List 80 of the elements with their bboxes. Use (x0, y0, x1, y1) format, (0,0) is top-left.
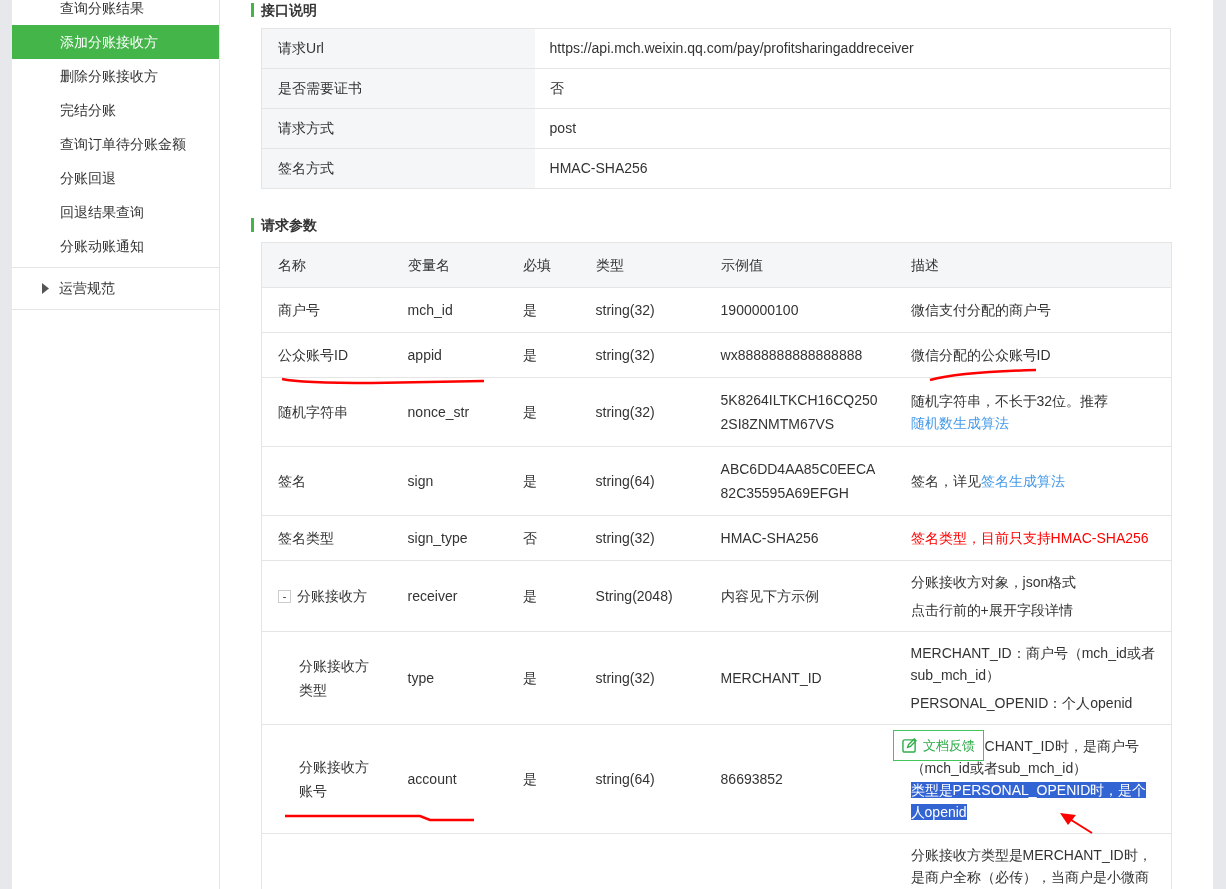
param-variable: nonce_str (407, 403, 470, 420)
example-value: wx8888888888888888 (720, 346, 864, 365)
param-variable: appid (407, 346, 442, 363)
param-name: 分账接收方 (297, 587, 368, 606)
info-value: https://api.mch.weixin.qq.com/pay/profitsharingaddreceiver (534, 28, 1171, 69)
example-value: HMAC-SHA256 (720, 529, 820, 548)
example-value: 5K8264ILTKCH16CQ2502SI8ZNMTM67VS (720, 391, 879, 434)
required-text: 是 (522, 403, 537, 420)
column-header: 示例值 (705, 242, 896, 288)
nav-item[interactable]: 查询订单待分账金额 (11, 127, 220, 161)
param-name: 公众账号ID (278, 346, 349, 365)
column-header: 名称 (261, 242, 393, 288)
example-value: ABC6DD4AA85C0EECA82C35595A69EFGH (720, 460, 877, 503)
nav-section[interactable]: 运营规范 (11, 268, 220, 309)
info-label: 签名方式 (261, 148, 535, 189)
description-text: 类型是PERSONAL_OPENID时，是个人openid (910, 781, 1148, 822)
required-text: 是 (522, 301, 537, 318)
description-text: （mch_id或者sub_mch_id） (910, 759, 1089, 778)
info-label: 请求方式 (261, 108, 535, 149)
param-type: string(64) (595, 770, 655, 787)
required-text: 是 (522, 346, 537, 363)
required-text: 是 (522, 669, 537, 686)
nav-item[interactable]: 回退结果查询 (11, 195, 220, 229)
param-type: string(32) (595, 529, 655, 546)
param-variable: sign (407, 472, 434, 489)
nav-item[interactable]: 删除分账接收方 (11, 59, 220, 93)
section-title: 接口说明 (261, 0, 318, 20)
param-type: string(32) (595, 301, 655, 318)
description-text: MERCHANT_ID：商户号（mch_id或者sub_mch_id） (910, 644, 1156, 685)
column-header: 描述 (895, 242, 1172, 288)
info-label: 请求Url (261, 28, 535, 69)
info-value: HMAC-SHA256 (534, 148, 1171, 189)
nav-item[interactable]: 查询分账结果 (11, 0, 220, 25)
description-text: 签名，详见签名生成算法 (910, 472, 1066, 491)
collapse-toggle[interactable]: - (278, 589, 292, 603)
description-text: 随机字符串，不长于32位。推荐 随机数生成算法 (910, 392, 1110, 433)
example-value: 内容见下方示例 (720, 587, 820, 606)
example-value: 86693852 (720, 770, 784, 789)
param-name: 签名 (278, 472, 307, 491)
column-header: 必填 (507, 242, 581, 288)
param-type: string(32) (595, 346, 655, 363)
param-type: string(32) (595, 669, 655, 686)
nav-item[interactable]: 分账动账通知 (11, 229, 220, 263)
required-text: 否 (522, 529, 537, 546)
description-text: CHANT_ID时，是商户号 (984, 737, 1140, 756)
info-value: 否 (534, 68, 1171, 109)
param-type: String(2048) (595, 587, 673, 604)
column-header: 变量名 (392, 242, 508, 288)
param-variable: receiver (407, 587, 458, 604)
param-name: 签名类型 (278, 529, 335, 548)
param-variable: type (407, 669, 435, 686)
description-text: 点击行前的+展开字段详情 (910, 601, 1074, 620)
description-text: 分账接收方对象，json格式 (910, 573, 1078, 592)
info-value: post (534, 108, 1171, 149)
example-value: MERCHANT_ID (720, 669, 823, 688)
description-text: PERSONAL_OPENID：个人openid (910, 694, 1134, 713)
nav-item[interactable]: 分账回退 (11, 161, 220, 195)
nav-item[interactable]: 完结分账 (11, 93, 220, 127)
param-variable: sign_type (407, 529, 468, 546)
param-name: 分账接收方账号 (299, 758, 371, 801)
info-label: 是否需要证书 (261, 68, 535, 109)
description-text: 微信分配的公众账号ID (910, 346, 1052, 365)
required-text: 是 (522, 587, 537, 604)
param-name: 分账接收方类型 (299, 657, 371, 700)
required-text: 是 (522, 770, 537, 787)
param-name: 随机字符串 (278, 403, 349, 422)
required-text: 是 (522, 472, 537, 489)
description-text: 分账接收方类型是MERCHANT_ID时，是商户全称（必传），当商户是小微商 (910, 846, 1153, 887)
param-name: 商户号 (278, 301, 321, 320)
description-text: 微信支付分配的商户号 (910, 301, 1052, 320)
edit-icon (901, 738, 917, 753)
description-text: 签名类型，目前只支持HMAC-SHA256 (910, 529, 1150, 548)
column-header: 类型 (580, 242, 706, 288)
param-type: string(32) (595, 403, 655, 420)
section-title: 请求参数 (261, 215, 318, 235)
annotation-arrow (1060, 813, 1093, 834)
example-value: 1900000100 (720, 301, 800, 320)
param-variable: mch_id (407, 301, 453, 318)
param-variable: account (407, 770, 457, 787)
param-type: string(64) (595, 472, 655, 489)
